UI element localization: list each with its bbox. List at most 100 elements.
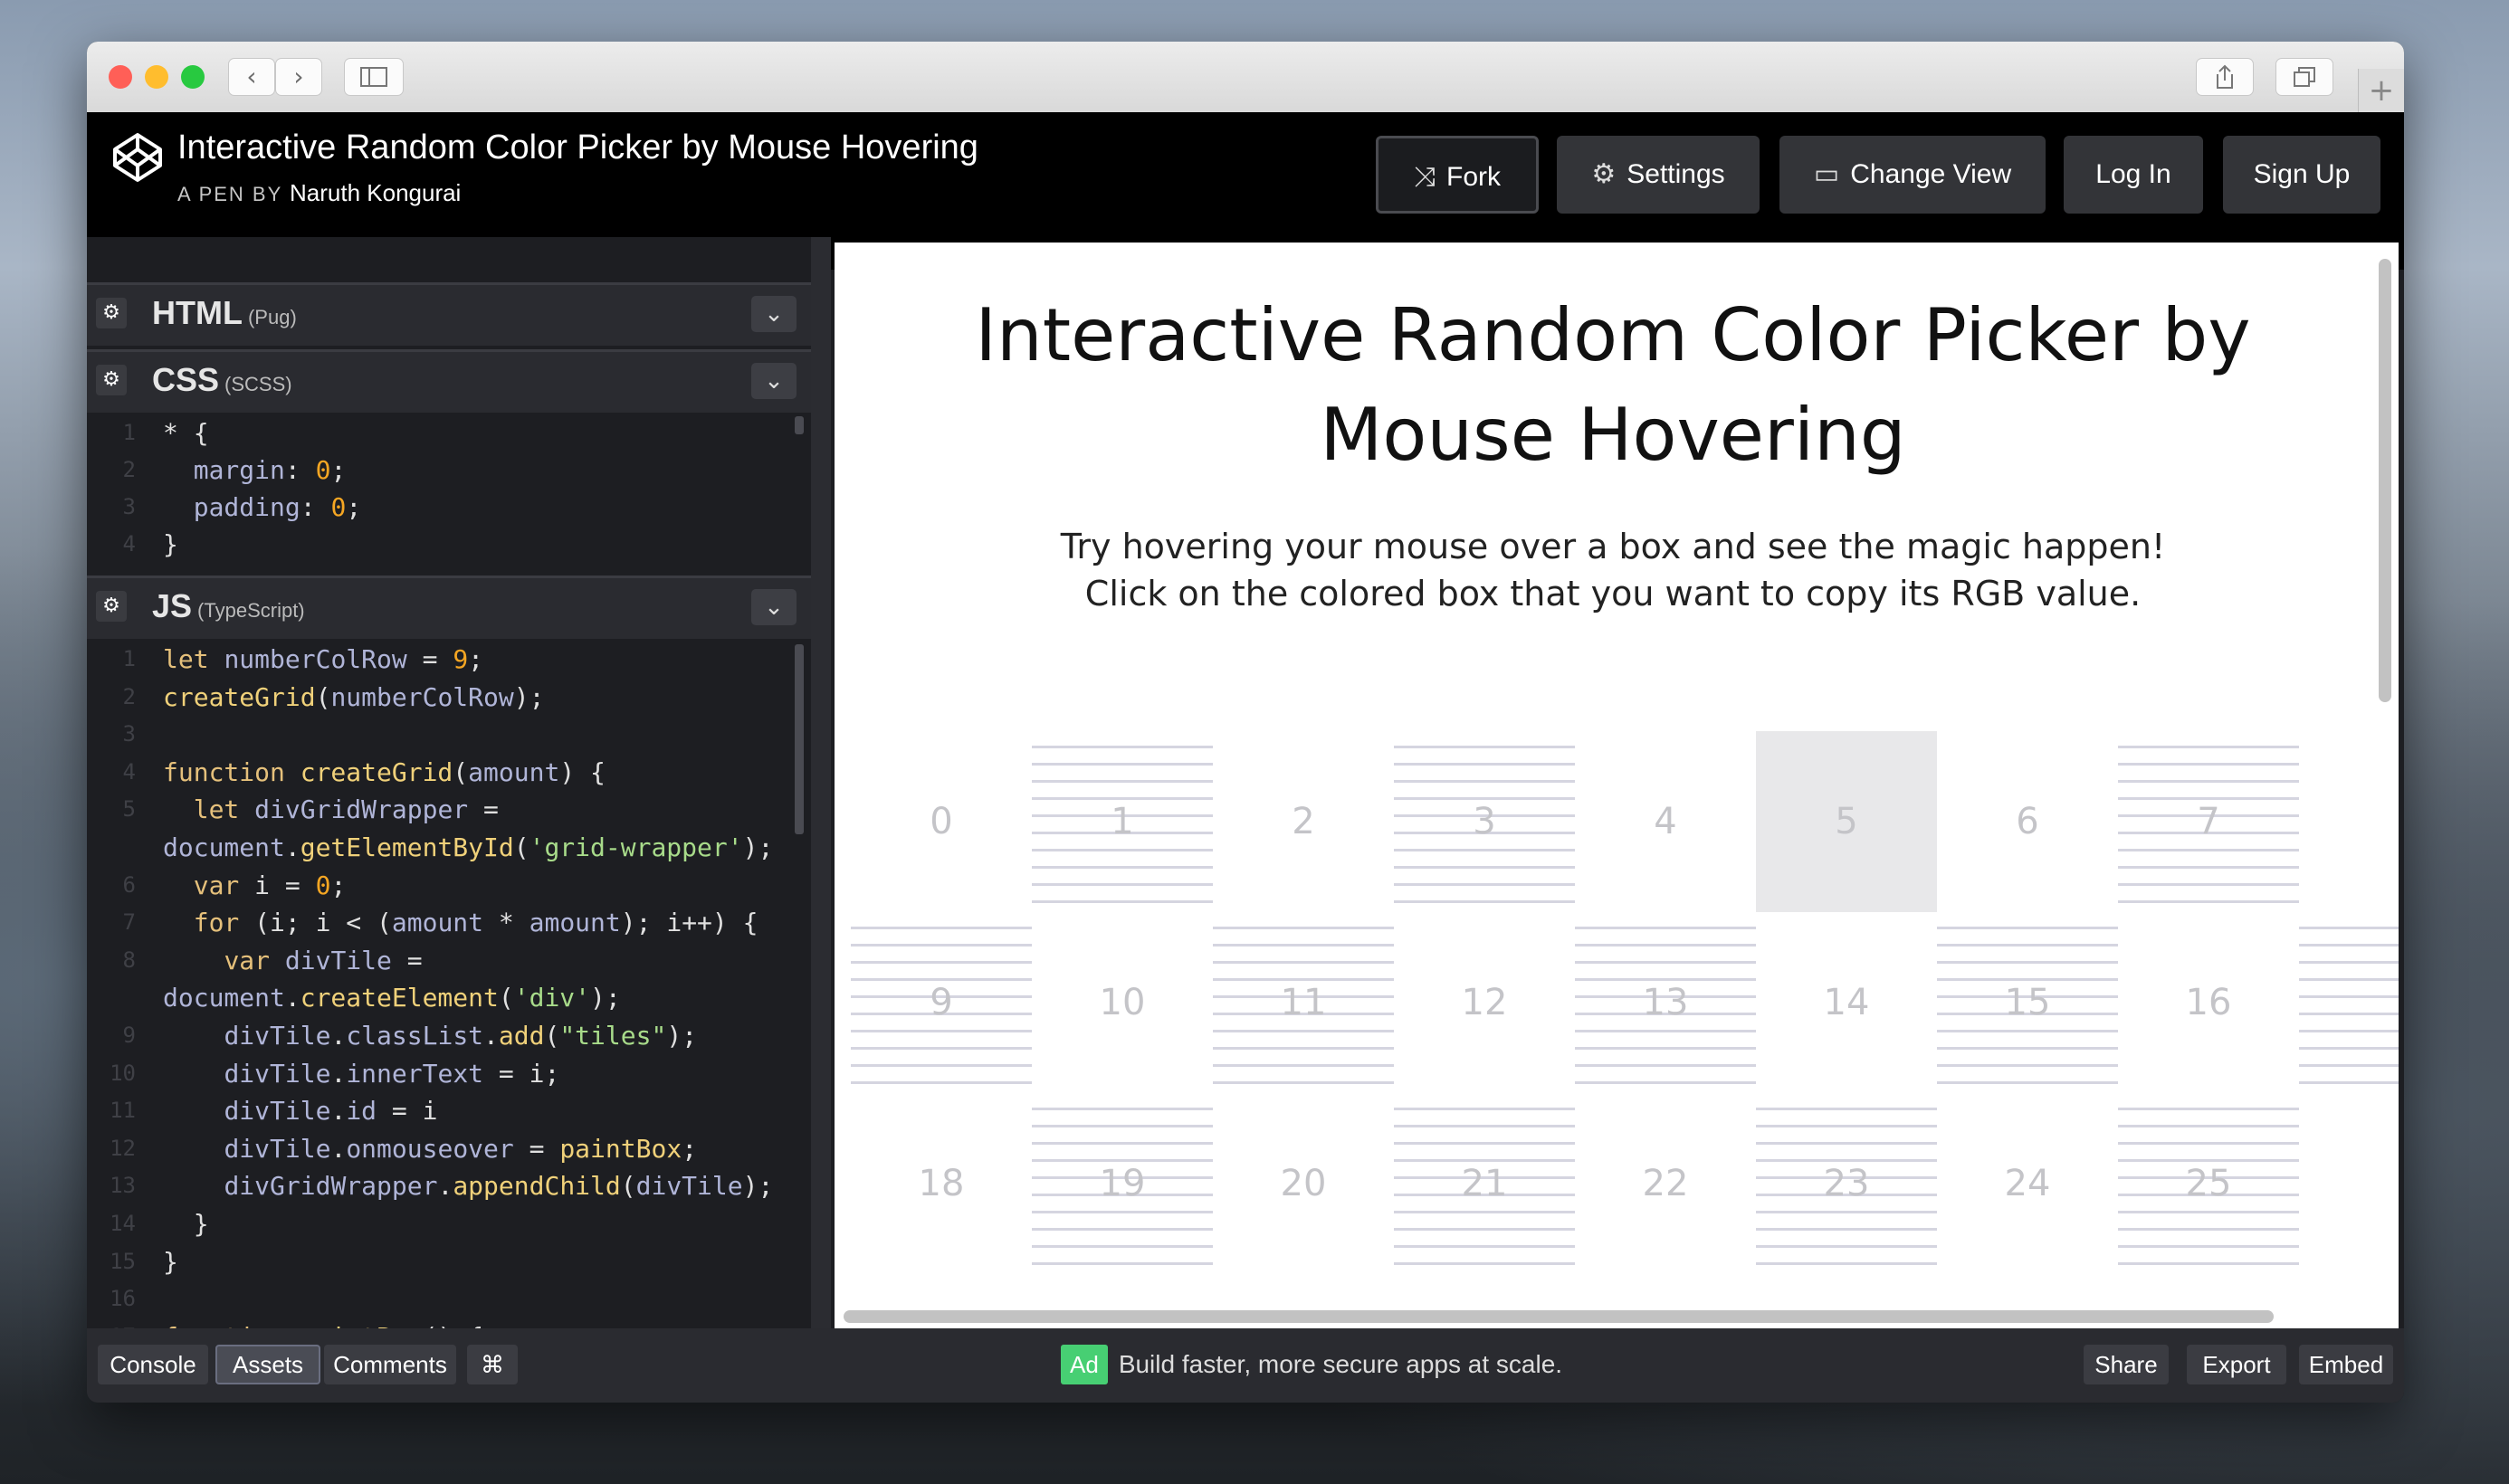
grid-tile[interactable]: 5 [1756, 731, 1937, 912]
grid-tile[interactable]: 7 [2118, 731, 2299, 912]
js-editor-header[interactable]: ⚙ JS (TypeScript) ⌄ [87, 576, 811, 639]
new-tab-button[interactable]: + [2358, 69, 2404, 112]
grid-tile[interactable]: 9 [851, 912, 1032, 1093]
code-line: divTile.innerText = i; [224, 1058, 560, 1089]
code-line: document.createElement('div'); [163, 983, 621, 1013]
css-editor-header[interactable]: ⚙ CSS (SCSS) ⌄ [87, 349, 811, 413]
ad-text: Build faster, more secure apps at scale. [1118, 1350, 1563, 1378]
share-button[interactable] [2196, 58, 2254, 96]
grid-tile[interactable]: 20 [1213, 1093, 1394, 1274]
sidebar-icon [360, 67, 387, 87]
line-number: 11 [110, 1098, 136, 1124]
grid-tile[interactable]: 10 [1032, 912, 1213, 1093]
chevron-left-icon: ‹ [246, 62, 257, 91]
keyboard-shortcuts-button[interactable]: ⌘ [467, 1345, 518, 1384]
grid-tile[interactable]: 0 [851, 731, 1032, 912]
grid-tile[interactable]: 24 [1937, 1093, 2118, 1274]
html-editor-header[interactable]: ⚙ HTML (Pug) ⌄ [87, 282, 811, 346]
code-line: padding: 0; [193, 492, 362, 522]
close-window-button[interactable] [109, 65, 132, 89]
grid-tile[interactable]: 12 [1394, 912, 1575, 1093]
code-line: } [163, 1209, 209, 1239]
css-editor-scrollbar[interactable] [795, 416, 804, 434]
js-editor-title: JS (TypeScript) [152, 587, 305, 624]
line-number: 1 [122, 646, 136, 671]
share-footer-button[interactable]: Share [2084, 1345, 2169, 1384]
js-editor-scrollbar[interactable] [795, 644, 804, 834]
ad-banner[interactable]: Ad Build faster, more secure apps at scal… [1061, 1345, 1562, 1384]
html-editor-title: HTML (Pug) [152, 294, 297, 331]
code-line: } [163, 529, 178, 559]
grid-tile[interactable]: 21 [1394, 1093, 1575, 1274]
code-line: divTile.classList.add("tiles"); [224, 1021, 698, 1051]
settings-button[interactable]: ⚙ Settings [1557, 136, 1760, 214]
line-number: 14 [110, 1211, 136, 1236]
forward-button[interactable]: › [275, 58, 322, 96]
grid-tile[interactable]: 13 [1575, 912, 1756, 1093]
code-line: let divGridWrapper = [193, 794, 499, 825]
grid-tile[interactable]: 2 [1213, 731, 1394, 912]
line-number: 2 [122, 683, 136, 709]
export-button[interactable]: Export [2187, 1345, 2286, 1384]
line-number: 5 [122, 796, 136, 823]
chevron-down-icon[interactable]: ⌄ [751, 296, 797, 332]
tabs-overview-button[interactable] [2275, 58, 2333, 96]
grid-tile[interactable] [2299, 731, 2399, 912]
grid-tile[interactable]: 4 [1575, 731, 1756, 912]
line-number: 1 [122, 420, 136, 445]
preview-subtitle: Try hovering your mouse over a box and s… [1060, 527, 2166, 614]
editor-panel: ⚙ HTML (Pug) ⌄ ⚙ CSS (SCSS) ⌄ 1 * {2 margin… [87, 237, 811, 1328]
login-button[interactable]: Log In [2064, 136, 2203, 214]
comments-button[interactable]: Comments [324, 1345, 456, 1384]
grid-tile[interactable]: 1 [1032, 731, 1213, 912]
js-settings-gear-icon[interactable]: ⚙ [96, 591, 127, 622]
preview-horizontal-scrollbar[interactable] [844, 1310, 2274, 1323]
console-button[interactable]: Console [98, 1345, 208, 1384]
chevron-down-icon[interactable]: ⌄ [751, 363, 797, 399]
grid-tile[interactable]: 19 [1032, 1093, 1213, 1274]
css-settings-gear-icon[interactable]: ⚙ [96, 365, 127, 395]
back-button[interactable]: ‹ [228, 58, 275, 96]
grid-tile[interactable]: 22 [1575, 1093, 1756, 1274]
code-line: var i = 0; [193, 870, 347, 900]
sidebar-button[interactable] [344, 58, 404, 96]
zoom-window-button[interactable] [181, 65, 205, 89]
share-icon [2217, 64, 2233, 89]
chevron-down-icon[interactable]: ⌄ [751, 589, 797, 625]
line-number: 4 [122, 758, 136, 785]
embed-button[interactable]: Embed [2299, 1345, 2393, 1384]
grid-wrapper: 0 1 2 3 4 5 6 7 9 10 11 12 13 14 15 16 18 19 20 21 22 23 24 25 [851, 731, 2399, 1328]
line-number: 16 [110, 1286, 136, 1312]
code-line: function paintBox() { [163, 1322, 483, 1328]
signup-button[interactable]: Sign Up [2223, 136, 2380, 214]
codepen-logo-icon[interactable] [110, 130, 165, 185]
grid-tile[interactable] [2299, 912, 2399, 1093]
grid-tile[interactable]: 15 [1937, 912, 2118, 1093]
grid-tile[interactable]: 25 [2118, 1093, 2299, 1274]
line-number: 4 [122, 531, 136, 556]
panel-resizer[interactable] [811, 237, 831, 1328]
browser-toolbar: ‹ › + [87, 42, 2404, 113]
browser-window: ‹ › + Interactive Random Color Picker by… [87, 42, 2404, 1403]
grid-tile[interactable]: 3 [1394, 731, 1575, 912]
js-code-editor[interactable]: 1 let numberColRow = 9; 2 createGrid(number… [87, 639, 811, 1328]
grid-tile[interactable]: 16 [2118, 912, 2299, 1093]
html-settings-gear-icon[interactable]: ⚙ [96, 298, 127, 328]
code-line: divTile.onmouseover = paintBox; [224, 1133, 698, 1164]
grid-tile[interactable]: 14 [1756, 912, 1937, 1093]
change-view-button[interactable]: ▭ Change View [1779, 136, 2046, 214]
grid-tile[interactable]: 11 [1213, 912, 1394, 1093]
line-number: 3 [122, 721, 136, 747]
grid-tile[interactable]: 18 [851, 1093, 1032, 1274]
css-code-editor[interactable]: 1 * {2 margin: 0; 3 padding: 0; 4} [87, 413, 811, 561]
grid-tile[interactable]: 6 [1937, 731, 2118, 912]
grid-tile[interactable] [2299, 1093, 2399, 1274]
fork-button[interactable]: ⤨ Fork [1376, 136, 1539, 214]
line-number: 7 [122, 909, 136, 936]
pen-author-link[interactable]: Naruth Kongurai [290, 179, 461, 206]
preview-vertical-scrollbar[interactable] [2379, 259, 2391, 702]
assets-button[interactable]: Assets [215, 1345, 320, 1384]
minimize-window-button[interactable] [145, 65, 168, 89]
grid-tile[interactable]: 23 [1756, 1093, 1937, 1274]
code-line: * { [163, 418, 209, 448]
